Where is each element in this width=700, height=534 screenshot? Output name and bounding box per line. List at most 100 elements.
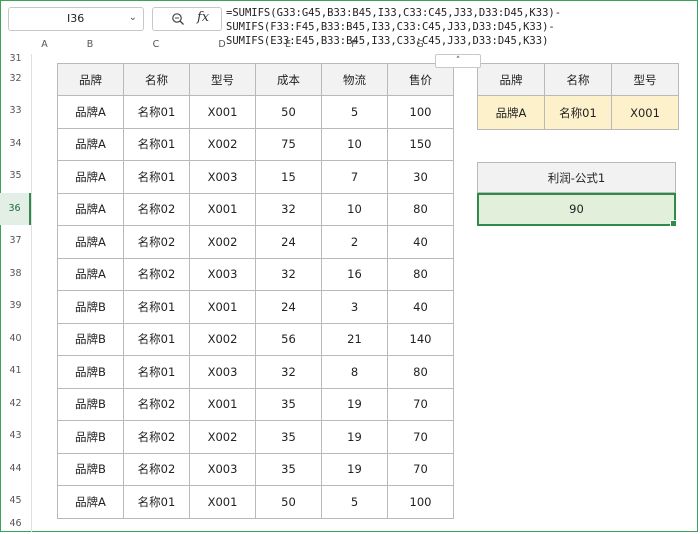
column-header-g[interactable]: G — [387, 38, 453, 52]
table-cell[interactable]: 品牌A — [57, 192, 124, 226]
table-cell[interactable]: X001 — [189, 95, 256, 129]
table-cell[interactable]: X001 — [189, 290, 256, 324]
table-cell[interactable]: 名称01 — [123, 290, 190, 324]
table-cell[interactable]: 70 — [387, 452, 454, 486]
table-cell[interactable]: X002 — [189, 420, 256, 454]
table-cell[interactable]: 3 — [321, 290, 388, 324]
table-cell[interactable]: 名称02 — [123, 452, 190, 486]
row-header-38[interactable]: 38 — [0, 258, 31, 291]
row-header-41[interactable]: 41 — [0, 355, 31, 388]
insert-function-button[interactable]: fx — [197, 10, 209, 25]
row-header-39[interactable]: 39 — [0, 290, 31, 323]
table-cell[interactable]: 40 — [387, 225, 454, 259]
column-header-d[interactable]: D — [189, 38, 255, 52]
table-cell[interactable]: 名称01 — [123, 485, 190, 519]
zoom-icon[interactable] — [171, 12, 185, 26]
row-header-37[interactable]: 37 — [0, 225, 31, 258]
column-title[interactable]: 成本 — [255, 63, 322, 96]
table-cell[interactable]: 名称01 — [123, 322, 190, 356]
column-header-f[interactable]: F — [321, 38, 387, 52]
table-cell[interactable]: X003 — [189, 452, 256, 486]
column-header-e[interactable]: E — [255, 38, 321, 52]
table-cell[interactable]: 40 — [387, 290, 454, 324]
table-cell[interactable]: 24 — [255, 225, 322, 259]
table-cell[interactable]: 5 — [321, 95, 388, 129]
table-cell[interactable]: 10 — [321, 127, 388, 161]
table-cell[interactable]: X003 — [189, 257, 256, 291]
profit-value-cell[interactable]: 90 — [477, 193, 677, 227]
table-cell[interactable]: 品牌B — [57, 420, 124, 454]
table-cell[interactable]: 100 — [387, 95, 454, 129]
table-cell[interactable]: 5 — [321, 485, 388, 519]
table-cell[interactable]: 名称02 — [123, 257, 190, 291]
table-cell[interactable]: 品牌B — [57, 387, 124, 421]
column-header-c[interactable]: C — [123, 38, 189, 52]
table-cell[interactable]: 名称01 — [123, 355, 190, 389]
table-cell[interactable]: 品牌A — [57, 485, 124, 519]
criteria-title[interactable]: 型号 — [611, 63, 679, 96]
table-cell[interactable]: 品牌B — [57, 322, 124, 356]
criteria-cell[interactable]: X001 — [611, 95, 679, 130]
table-cell[interactable]: 50 — [255, 95, 322, 129]
table-cell[interactable]: 21 — [321, 322, 388, 356]
row-header-45[interactable]: 45 — [0, 485, 31, 518]
row-header-31[interactable]: 31 — [0, 54, 31, 64]
table-cell[interactable]: 品牌A — [57, 257, 124, 291]
table-cell[interactable]: 品牌A — [57, 225, 124, 259]
criteria-cell[interactable]: 品牌A — [477, 95, 545, 130]
table-cell[interactable]: 8 — [321, 355, 388, 389]
table-cell[interactable]: X002 — [189, 322, 256, 356]
row-header-43[interactable]: 43 — [0, 420, 31, 453]
table-cell[interactable]: 30 — [387, 160, 454, 194]
table-cell[interactable]: 10 — [321, 192, 388, 226]
table-cell[interactable]: 56 — [255, 322, 322, 356]
table-cell[interactable]: X002 — [189, 225, 256, 259]
row-header-40[interactable]: 40 — [0, 323, 31, 356]
table-cell[interactable]: 名称01 — [123, 160, 190, 194]
table-cell[interactable]: 品牌B — [57, 355, 124, 389]
table-cell[interactable]: 70 — [387, 387, 454, 421]
table-cell[interactable]: 35 — [255, 420, 322, 454]
column-header-a[interactable]: A — [32, 38, 57, 52]
table-cell[interactable]: 名称02 — [123, 225, 190, 259]
table-cell[interactable]: 80 — [387, 257, 454, 291]
table-cell[interactable]: 35 — [255, 452, 322, 486]
table-cell[interactable]: 140 — [387, 322, 454, 356]
table-cell[interactable]: 品牌B — [57, 452, 124, 486]
table-cell[interactable]: 50 — [255, 485, 322, 519]
row-header-36[interactable]: 36 — [0, 192, 31, 225]
table-cell[interactable]: 名称02 — [123, 420, 190, 454]
name-box[interactable]: I36 ⌄ — [8, 7, 144, 31]
column-title[interactable]: 品牌 — [57, 63, 124, 96]
table-cell[interactable]: 15 — [255, 160, 322, 194]
table-cell[interactable]: 名称02 — [123, 192, 190, 226]
table-cell[interactable]: 150 — [387, 127, 454, 161]
table-cell[interactable]: 品牌A — [57, 160, 124, 194]
table-cell[interactable]: 16 — [321, 257, 388, 291]
row-header-35[interactable]: 35 — [0, 160, 31, 193]
row-header-33[interactable]: 33 — [0, 95, 31, 128]
table-cell[interactable]: 24 — [255, 290, 322, 324]
table-cell[interactable]: 80 — [387, 355, 454, 389]
table-cell[interactable]: 32 — [255, 192, 322, 226]
table-cell[interactable]: X001 — [189, 485, 256, 519]
criteria-title[interactable]: 名称 — [544, 63, 612, 96]
collapse-formula-bar-button[interactable]: ˄ — [435, 54, 481, 68]
table-cell[interactable]: 品牌A — [57, 95, 124, 129]
table-cell[interactable]: X002 — [189, 127, 256, 161]
column-title[interactable]: 名称 — [123, 63, 190, 96]
table-cell[interactable]: 7 — [321, 160, 388, 194]
row-header-42[interactable]: 42 — [0, 388, 31, 421]
table-cell[interactable]: X003 — [189, 160, 256, 194]
column-title[interactable]: 物流 — [321, 63, 388, 96]
table-cell[interactable]: 名称02 — [123, 387, 190, 421]
chevron-down-icon[interactable]: ⌄ — [129, 12, 137, 23]
table-cell[interactable]: X003 — [189, 355, 256, 389]
table-cell[interactable]: X001 — [189, 387, 256, 421]
table-cell[interactable]: 80 — [387, 192, 454, 226]
column-title[interactable]: 售价 — [387, 63, 454, 96]
table-cell[interactable]: 35 — [255, 387, 322, 421]
table-cell[interactable]: X001 — [189, 192, 256, 226]
column-title[interactable]: 型号 — [189, 63, 256, 96]
criteria-cell[interactable]: 名称01 — [544, 95, 612, 130]
